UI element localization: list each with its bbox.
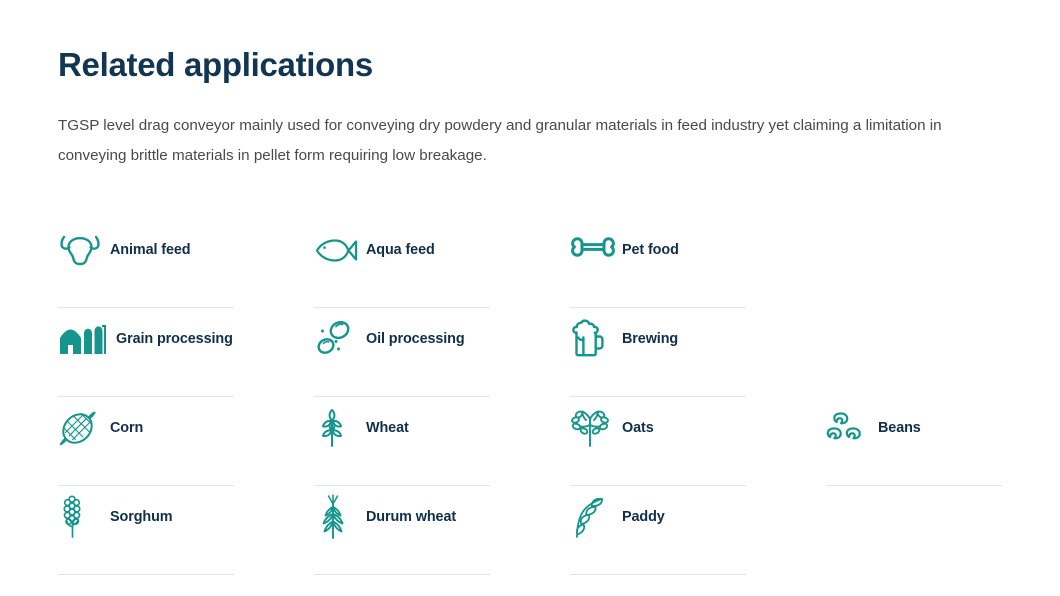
related-applications-section: Related applications TGSP level drag con… <box>0 0 1060 596</box>
oil-droplets-icon <box>314 316 366 362</box>
application-item-oil-processing[interactable]: Oil processing <box>314 308 570 397</box>
application-label: Beans <box>878 419 921 436</box>
application-label: Animal feed <box>110 241 191 258</box>
application-label: Grain processing <box>116 330 233 347</box>
application-label: Durum wheat <box>366 508 457 525</box>
application-label: Brewing <box>622 330 679 347</box>
application-label: Oil processing <box>366 330 465 347</box>
applications-grid: Animal feed Aqua feed Pet food Grain pro… <box>58 219 1010 575</box>
application-label: Aqua feed <box>366 241 435 258</box>
application-item-animal-feed[interactable]: Animal feed <box>58 219 314 308</box>
application-grid-spacer <box>826 308 1060 397</box>
application-label: Sorghum <box>110 508 173 525</box>
paddy-rice-icon <box>570 494 622 540</box>
application-label: Oats <box>622 419 654 436</box>
application-item-durum-wheat[interactable]: Durum wheat <box>314 486 570 575</box>
cow-head-icon <box>58 227 110 273</box>
beer-mug-icon <box>570 316 622 362</box>
application-item-corn[interactable]: Corn <box>58 397 314 486</box>
application-item-paddy[interactable]: Paddy <box>570 486 826 575</box>
oat-stalk-icon <box>570 405 622 451</box>
barn-silo-icon <box>58 316 116 362</box>
wheat-head-icon <box>314 405 366 451</box>
application-item-brewing[interactable]: Brewing <box>570 308 826 397</box>
application-item-pet-food[interactable]: Pet food <box>570 219 826 308</box>
application-grid-spacer <box>826 219 1060 308</box>
beans-icon <box>826 405 878 451</box>
application-item-aqua-feed[interactable]: Aqua feed <box>314 219 570 308</box>
application-label: Pet food <box>622 241 679 258</box>
application-item-sorghum[interactable]: Sorghum <box>58 486 314 575</box>
application-item-oats[interactable]: Oats <box>570 397 826 486</box>
page-title: Related applications <box>58 46 373 83</box>
sorghum-icon <box>58 494 110 540</box>
application-label: Corn <box>110 419 144 436</box>
application-item-wheat[interactable]: Wheat <box>314 397 570 486</box>
application-grid-spacer <box>826 486 1060 575</box>
durum-wheat-icon <box>314 494 366 540</box>
fish-icon <box>314 227 366 273</box>
application-label: Wheat <box>366 419 409 436</box>
application-label: Paddy <box>622 508 665 525</box>
application-item-beans[interactable]: Beans <box>826 397 1060 486</box>
corn-cob-icon <box>58 405 110 451</box>
bone-icon <box>570 227 622 273</box>
application-item-grain-processing[interactable]: Grain processing <box>58 308 314 397</box>
intro-paragraph: TGSP level drag conveyor mainly used for… <box>58 116 942 165</box>
